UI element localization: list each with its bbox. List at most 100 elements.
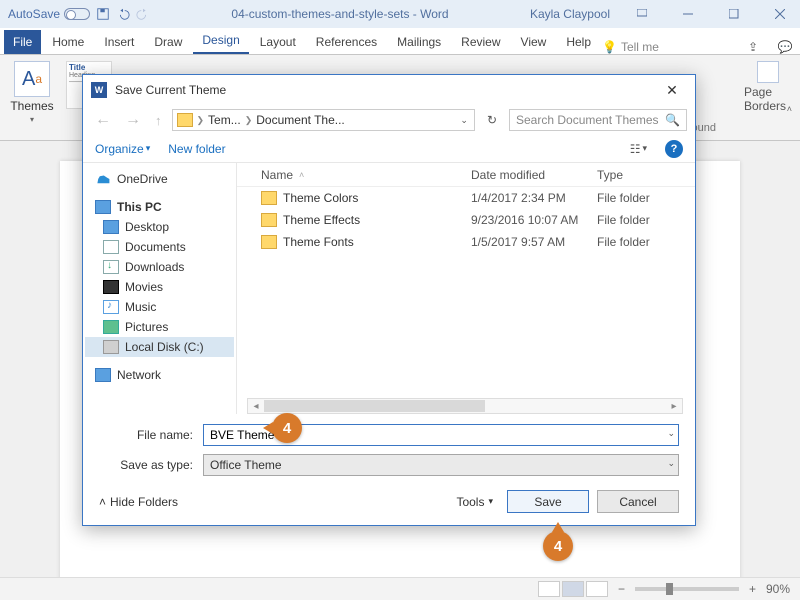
organize-button[interactable]: Organize ▾ <box>95 142 150 156</box>
tab-draw[interactable]: Draw <box>145 30 191 54</box>
zoom-slider[interactable] <box>635 587 739 591</box>
chevron-right-icon: ❯ <box>195 115 207 126</box>
breadcrumb[interactable]: ❯ Tem... ❯ Document The... ⌄ <box>172 109 475 131</box>
undo-icon[interactable] <box>116 7 130 22</box>
tab-design[interactable]: Design <box>193 28 248 54</box>
close-icon[interactable] <box>760 0 800 28</box>
search-placeholder: Search Document Themes <box>516 113 659 127</box>
zoom-level[interactable]: 90% <box>766 582 790 596</box>
web-layout-icon[interactable] <box>586 581 608 597</box>
chevron-down-icon[interactable]: ⌄ <box>458 115 470 126</box>
nav-movies[interactable]: Movies <box>85 277 234 297</box>
toggle-off-icon <box>64 8 90 20</box>
disk-icon <box>103 340 119 354</box>
tab-home[interactable]: Home <box>43 30 93 54</box>
maximize-icon[interactable] <box>714 0 754 28</box>
col-name[interactable]: Name˄ <box>261 168 471 182</box>
cloud-icon <box>95 172 111 186</box>
nav-music[interactable]: Music <box>85 297 234 317</box>
tab-help[interactable]: Help <box>557 30 600 54</box>
themes-button[interactable]: Aa Themes ▾ <box>8 61 56 124</box>
nav-desktop[interactable]: Desktop <box>85 217 234 237</box>
folder-icon <box>177 113 193 127</box>
movies-icon <box>103 280 119 294</box>
nav-pane: OneDrive This PC Desktop Documents Downl… <box>83 163 237 414</box>
file-row[interactable]: Theme Fonts 1/5/2017 9:57 AM File folder <box>237 231 695 253</box>
new-folder-button[interactable]: New folder <box>168 142 225 156</box>
scroll-left-icon[interactable]: ◂ <box>248 401 264 412</box>
themes-icon: Aa <box>14 61 50 97</box>
redo-icon[interactable] <box>136 7 150 22</box>
crumb-templates[interactable]: Tem... <box>208 113 241 127</box>
h-scrollbar[interactable]: ◂ ▸ <box>247 398 683 414</box>
col-type[interactable]: Type <box>597 168 623 182</box>
document-title: 04-custom-themes-and-style-sets - Word <box>156 7 524 21</box>
ribbon-options-icon[interactable] <box>622 0 662 28</box>
dialog-titlebar: W Save Current Theme ✕ <box>83 75 695 105</box>
read-mode-icon[interactable] <box>538 581 560 597</box>
help-icon[interactable]: ? <box>665 140 683 158</box>
sort-asc-icon: ˄ <box>299 170 304 180</box>
chevron-up-icon[interactable]: ˄ <box>787 104 792 114</box>
zoom-in-icon[interactable]: + <box>749 582 756 596</box>
dialog-nav: ← → ↑ ❯ Tem... ❯ Document The... ⌄ ↻ Sea… <box>83 105 695 135</box>
scroll-thumb[interactable] <box>264 400 485 412</box>
share-icon[interactable]: ⇪ <box>738 40 768 54</box>
tab-file[interactable]: File <box>4 30 41 54</box>
nav-network[interactable]: Network <box>85 365 234 385</box>
back-icon[interactable]: ← <box>91 111 115 129</box>
chevron-right-icon: ❯ <box>243 115 255 126</box>
autosave-toggle[interactable]: AutoSave <box>8 7 90 21</box>
print-layout-icon[interactable] <box>562 581 584 597</box>
tab-insert[interactable]: Insert <box>95 30 143 54</box>
file-row[interactable]: Theme Colors 1/4/2017 2:34 PM File folde… <box>237 187 695 209</box>
scroll-right-icon[interactable]: ▸ <box>666 401 682 412</box>
nav-local-disk[interactable]: Local Disk (C:) <box>85 337 234 357</box>
cancel-button[interactable]: Cancel <box>597 490 679 513</box>
tab-mailings[interactable]: Mailings <box>388 30 450 54</box>
nav-documents[interactable]: Documents <box>85 237 234 257</box>
tab-review[interactable]: Review <box>452 30 509 54</box>
tell-me[interactable]: 💡Tell me <box>602 40 659 54</box>
search-input[interactable]: Search Document Themes 🔍 <box>509 109 687 131</box>
dialog-bottom: File name: ⌄ Save as type: Office Theme … <box>83 414 695 525</box>
tools-button[interactable]: Tools▾ <box>456 495 493 509</box>
chevron-down-icon: ▾ <box>488 496 493 507</box>
chevron-down-icon: ▾ <box>30 115 34 124</box>
title-bar: AutoSave 04-custom-themes-and-style-sets… <box>0 0 800 28</box>
tab-references[interactable]: References <box>307 30 386 54</box>
refresh-icon[interactable]: ↻ <box>481 113 503 127</box>
minimize-icon[interactable] <box>668 0 708 28</box>
user-name: Kayla Claypool <box>530 7 610 21</box>
slider-thumb[interactable] <box>666 583 673 595</box>
saveastype-combo[interactable]: Office Theme <box>203 454 679 476</box>
tab-view[interactable]: View <box>512 30 556 54</box>
nav-onedrive[interactable]: OneDrive <box>85 169 234 189</box>
documents-icon <box>103 240 119 254</box>
col-modified[interactable]: Date modified <box>471 168 597 182</box>
file-row[interactable]: Theme Effects 9/23/2016 10:07 AM File fo… <box>237 209 695 231</box>
zoom-out-icon[interactable]: − <box>618 582 625 596</box>
folder-icon <box>261 213 277 227</box>
nav-downloads[interactable]: Downloads <box>85 257 234 277</box>
filename-label: File name: <box>99 428 203 442</box>
view-mode-button[interactable]: ☷ ▾ <box>630 142 647 156</box>
page-borders-button[interactable]: Page Borders <box>744 61 792 113</box>
up-icon[interactable]: ↑ <box>151 113 166 128</box>
chevron-down-icon[interactable]: ⌄ <box>667 458 675 469</box>
crumb-document-themes[interactable]: Document The... <box>256 113 345 127</box>
chevron-down-icon[interactable]: ⌄ <box>667 428 675 439</box>
tab-layout[interactable]: Layout <box>251 30 305 54</box>
save-button[interactable]: Save <box>507 490 589 513</box>
nav-this-pc[interactable]: This PC <box>85 197 234 217</box>
dialog-close-icon[interactable]: ✕ <box>657 82 687 99</box>
network-icon <box>95 368 111 382</box>
save-icon[interactable] <box>96 7 110 22</box>
chevron-up-icon: ˄ <box>99 495 106 509</box>
comments-icon[interactable]: 💬 <box>770 40 800 54</box>
search-icon: 🔍 <box>665 113 680 127</box>
nav-pictures[interactable]: Pictures <box>85 317 234 337</box>
callout-4a: 4 <box>272 413 302 443</box>
hide-folders-button[interactable]: ˄Hide Folders <box>99 495 178 509</box>
forward-icon[interactable]: → <box>121 111 145 129</box>
